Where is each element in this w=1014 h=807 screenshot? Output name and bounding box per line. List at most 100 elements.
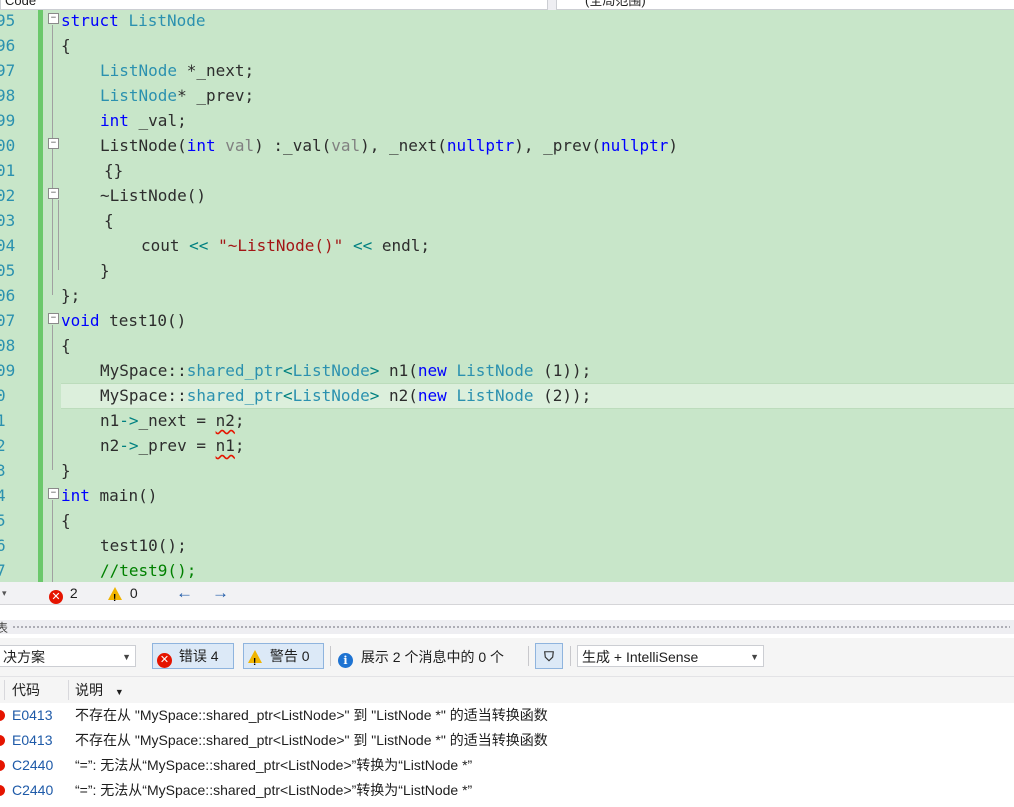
column-header-code[interactable]: 代码 <box>12 677 40 703</box>
code-line: ListNode *_next; <box>100 61 255 80</box>
error-row[interactable]: E0413 不存在从 "MySpace::shared_ptr<ListNode… <box>0 728 1014 753</box>
code-line: int _val; <box>100 111 187 130</box>
code-line: test10(); <box>100 536 187 555</box>
warnings-filter-label: 警告 0 <box>269 648 310 664</box>
panel-grip <box>12 625 1010 629</box>
error-count: 2 <box>69 585 78 601</box>
code-line: cout << "~ListNode()" << endl; <box>141 236 431 255</box>
column-header-description[interactable]: 说明 ▼ <box>75 677 124 705</box>
error-row[interactable]: C2440 “=”: 无法从“MySpace::shared_ptr<ListN… <box>0 753 1014 778</box>
scope-selector-value: (全局范围) <box>585 0 646 8</box>
messages-filter-label: 展示 2 个消息中的 0 个 <box>360 649 505 665</box>
error-icon <box>0 710 5 721</box>
scope-selector[interactable]: (全局范围) <box>556 0 1014 10</box>
arrow-left-icon[interactable]: ← <box>176 582 193 604</box>
toolbar-separator <box>528 646 529 666</box>
code-line: MySpace::shared_ptr<ListNode> n1(new Lis… <box>100 361 592 380</box>
line-number: 09 <box>0 361 16 380</box>
line-number: 1 <box>0 411 6 430</box>
arrow-right-icon[interactable]: → <box>212 582 229 604</box>
outline-guide <box>52 25 53 295</box>
code-line: }; <box>61 286 81 305</box>
warning-icon <box>248 650 262 675</box>
zoom-dropdown-arrow-icon[interactable]: ▾ <box>2 582 7 604</box>
error-row[interactable]: C2440 “=”: 无法从“MySpace::shared_ptr<ListN… <box>0 778 1014 803</box>
column-divider[interactable] <box>68 680 69 700</box>
code-line: { <box>61 511 71 530</box>
error-list-column-header: 代码 说明 ▼ <box>0 676 1014 704</box>
line-number: 96 <box>0 36 16 55</box>
line-number: 2 <box>0 436 6 455</box>
filter-icon: ⛉ <box>544 649 554 664</box>
warnings-filter-button[interactable]: 警告 0 <box>243 643 324 675</box>
code-line: { <box>61 336 71 355</box>
error-list-header[interactable]: 表 <box>0 620 1014 635</box>
code-line: void test10() <box>61 311 187 330</box>
filter-toggle-button[interactable]: ⛉ <box>535 643 563 669</box>
line-number: 4 <box>0 486 6 505</box>
line-number: 98 <box>0 86 16 105</box>
error-icon <box>0 760 5 771</box>
editor-status-strip: ▾ ✕ 2 0 ← → <box>0 582 1014 610</box>
panel-title: 表 <box>0 621 9 635</box>
code-line: } <box>61 461 71 480</box>
error-description: “=”: 无法从“MySpace::shared_ptr<ListNode>”转… <box>75 757 473 773</box>
build-source-dropdown[interactable]: 生成 + IntelliSense ▼ <box>577 645 764 667</box>
error-squiggle[interactable]: n1 <box>216 436 235 455</box>
collapse-icon[interactable]: − <box>48 488 59 499</box>
error-icon: ✕ <box>157 653 172 668</box>
column-divider <box>4 680 5 700</box>
line-number: 06 <box>0 286 16 305</box>
error-icon <box>0 785 5 796</box>
sort-chevron-icon: ▼ <box>114 687 124 697</box>
messages-filter-button[interactable]: i 展示 2 个消息中的 0 个 <box>338 645 504 669</box>
line-number: 5 <box>0 511 6 530</box>
line-number: 7 <box>0 561 6 580</box>
code-line: {} <box>104 161 124 180</box>
change-tracking-bar <box>38 10 43 582</box>
errors-filter-button[interactable]: ✕ 错误 4 <box>152 643 234 669</box>
code-line: ~ListNode() <box>100 186 206 205</box>
build-source-value: 生成 + IntelliSense <box>582 649 699 665</box>
collapse-icon[interactable]: − <box>48 313 59 324</box>
warning-icon <box>108 587 122 610</box>
error-squiggle[interactable]: n2 <box>216 411 235 430</box>
line-number: 01 <box>0 161 16 180</box>
code-editor[interactable]: 95 96 97 98 99 00 01 02 03 04 05 06 07 0… <box>0 10 1014 582</box>
line-number: 3 <box>0 461 6 480</box>
code-line: n2->_prev = n1; <box>100 436 245 455</box>
collapse-icon[interactable]: − <box>48 188 59 199</box>
code-line: ListNode(int val) :_val(val), _next(null… <box>100 136 679 155</box>
scope-filter-value: 决方案 <box>3 649 45 665</box>
chevron-down-icon: ▼ <box>122 652 131 662</box>
line-number: 02 <box>0 186 16 205</box>
line-number: 95 <box>0 11 16 30</box>
scope-filter-dropdown[interactable]: 决方案 ▼ <box>0 645 136 667</box>
toolbar-separator <box>570 646 571 666</box>
code-line: int main() <box>61 486 158 505</box>
toolbar-separator <box>330 646 331 666</box>
line-number: 04 <box>0 236 16 255</box>
class-selector[interactable]: Code <box>0 0 548 10</box>
errors-filter-label: 错误 4 <box>178 648 219 664</box>
line-number: 99 <box>0 111 16 130</box>
top-selector-bar: Code (全局范围) <box>0 0 1014 10</box>
line-number: 6 <box>0 536 6 555</box>
collapse-icon[interactable]: − <box>48 13 59 24</box>
error-code: C2440 <box>12 757 54 773</box>
code-line: n1->_next = n2; <box>100 411 245 430</box>
error-code: E0413 <box>12 732 53 748</box>
error-list-toolbar: 决方案 ▼ ✕ 错误 4 警告 0 i 展示 2 个消息中的 0 个 ⛉ 生成 … <box>0 638 1014 676</box>
error-count-indicator[interactable]: ✕ 2 <box>49 582 78 604</box>
chevron-down-icon: ▼ <box>750 652 759 662</box>
collapse-icon[interactable]: − <box>48 138 59 149</box>
outline-guide <box>52 500 53 582</box>
outline-guide <box>58 200 59 270</box>
code-line: { <box>104 211 114 230</box>
error-description: 不存在从 "MySpace::shared_ptr<ListNode>" 到 "… <box>75 732 548 748</box>
column-header-description-label: 说明 <box>75 682 103 698</box>
warning-count-indicator[interactable]: 0 <box>108 582 138 610</box>
code-line: struct ListNode <box>61 11 206 30</box>
line-number: 97 <box>0 61 16 80</box>
error-row[interactable]: E0413 不存在从 "MySpace::shared_ptr<ListNode… <box>0 703 1014 728</box>
